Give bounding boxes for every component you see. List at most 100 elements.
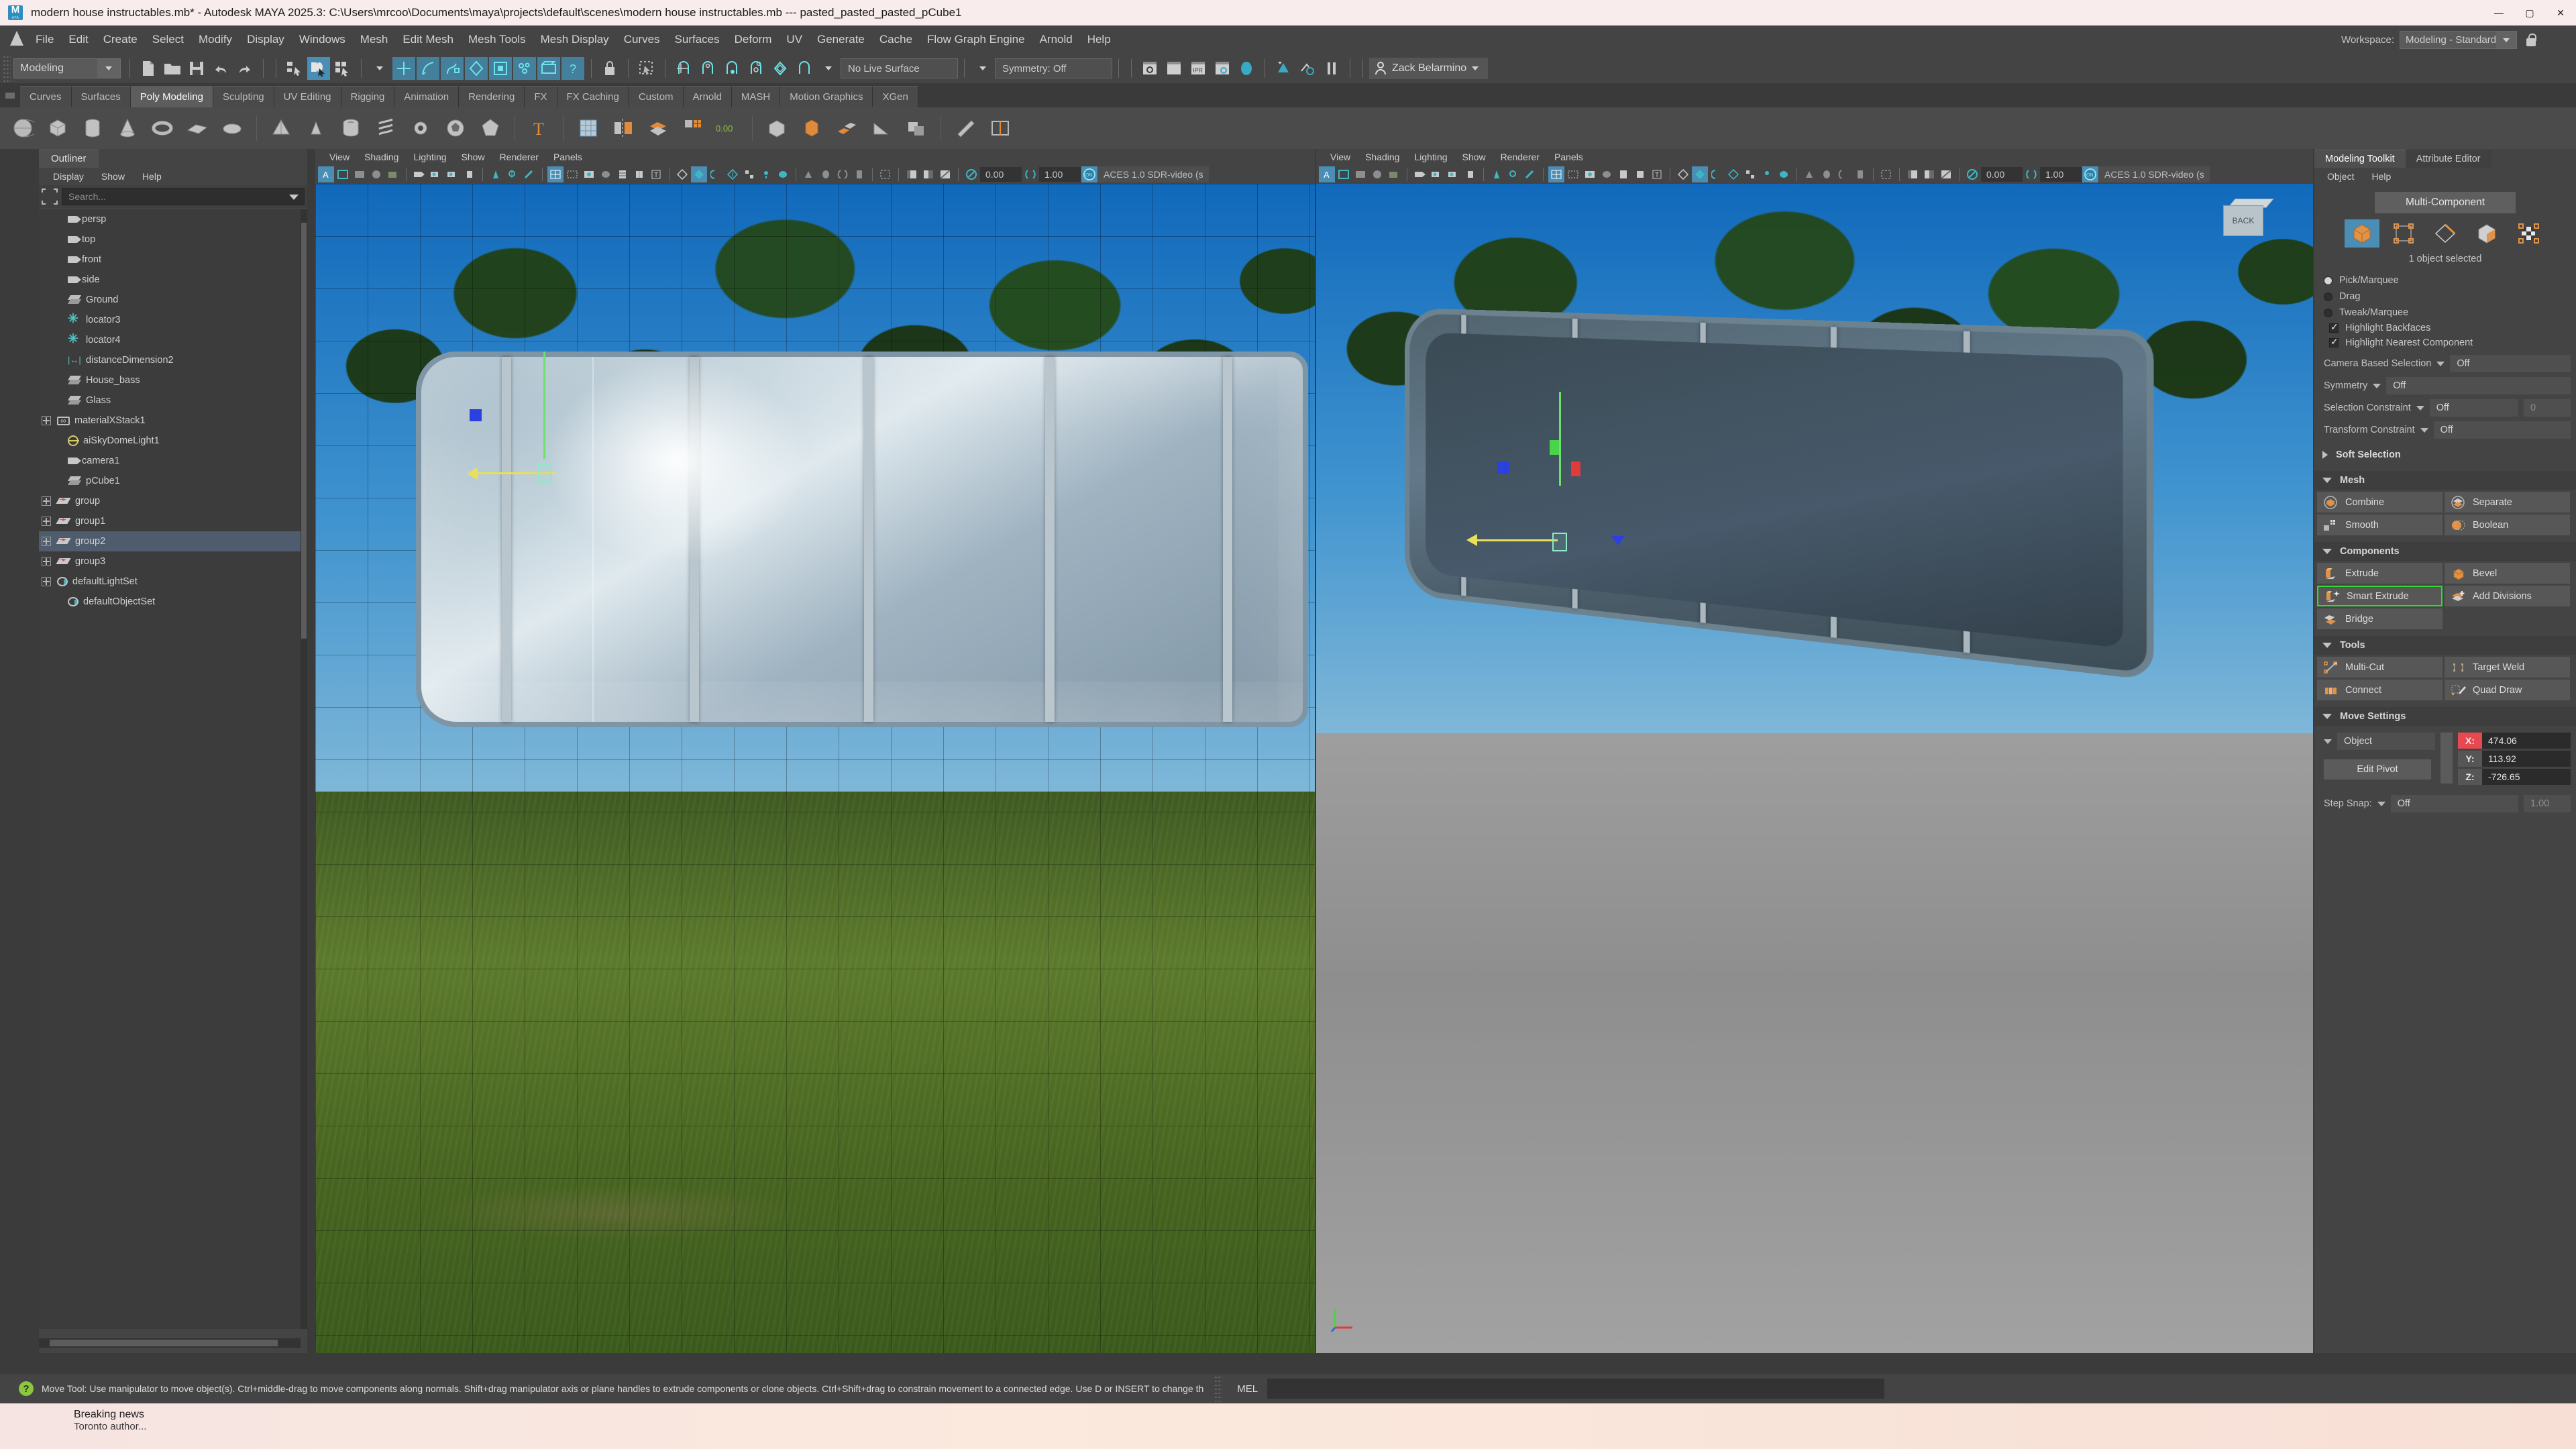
new-scene-icon[interactable]: [137, 57, 160, 80]
shelf-tab-fx[interactable]: FX: [525, 86, 557, 107]
snap-projected-icon[interactable]: [745, 57, 767, 80]
four-view-icon[interactable]: [1938, 166, 1954, 182]
section-header-tools[interactable]: Tools: [2314, 636, 2576, 655]
wireframe-icon[interactable]: [1548, 166, 1564, 182]
text-overlay-icon[interactable]: T: [1649, 166, 1665, 182]
z-value-field[interactable]: -726.65: [2482, 769, 2571, 785]
particles-filter-icon[interactable]: [513, 57, 536, 80]
button-bridge[interactable]: Bridge: [2317, 608, 2443, 629]
menu-curves[interactable]: Curves: [616, 25, 667, 54]
mtk-menu-help[interactable]: Help: [2363, 171, 2400, 182]
hypershade-icon[interactable]: [1235, 57, 1258, 80]
toolbar-grip[interactable]: [3, 55, 11, 82]
number-display-icon[interactable]: 0.00: [713, 113, 743, 143]
edit-pivot-button[interactable]: Edit Pivot: [2324, 759, 2431, 780]
live-surface-field[interactable]: No Live Surface: [841, 58, 958, 78]
soft-selection-section[interactable]: Soft Selection: [2314, 445, 2576, 464]
menu-mesh[interactable]: Mesh: [353, 25, 396, 54]
exposure-control-icon[interactable]: [963, 166, 979, 182]
outliner-item[interactable]: materialXStack1: [39, 411, 301, 431]
isolate-select-icon[interactable]: [1675, 166, 1691, 182]
outliner-item[interactable]: camera1: [39, 451, 301, 471]
select-component-icon[interactable]: [331, 57, 354, 80]
select-tool-icon[interactable]: A: [1319, 166, 1335, 182]
manipulator-z-arrow[interactable]: [1611, 536, 1625, 545]
button-combine[interactable]: Combine: [2317, 492, 2443, 513]
two-view-icon[interactable]: [1921, 166, 1937, 182]
select-hierarchy-icon[interactable]: [283, 57, 306, 80]
outliner-item[interactable]: top: [39, 229, 301, 250]
outliner-item[interactable]: side: [39, 270, 301, 290]
manipulator-y-handle[interactable]: [1550, 440, 1559, 455]
menu-mesh-tools[interactable]: Mesh Tools: [461, 25, 533, 54]
undo-icon[interactable]: [209, 57, 232, 80]
select-tool-icon[interactable]: A: [318, 166, 334, 182]
vpr-menu-panels[interactable]: Panels: [1547, 152, 1591, 162]
image-plane-icon[interactable]: [1462, 166, 1479, 182]
light-icon[interactable]: [758, 166, 774, 182]
snap-uv-icon[interactable]: [793, 57, 816, 80]
house-model-front-view[interactable]: [416, 350, 1308, 727]
bridge-shelf-icon[interactable]: [832, 113, 861, 143]
vertex-mode-icon[interactable]: [2386, 219, 2421, 248]
exposure-icon[interactable]: [724, 166, 741, 182]
two-sided-lighting-icon[interactable]: [488, 166, 504, 182]
grid-toggle-icon[interactable]: [1352, 166, 1368, 182]
fit-selection-icon[interactable]: [42, 189, 58, 205]
vpr-menu-lighting[interactable]: Lighting: [1407, 152, 1454, 162]
open-scene-icon[interactable]: [161, 57, 184, 80]
button-smooth[interactable]: Smooth: [2317, 515, 2443, 535]
poly-helix-icon[interactable]: [371, 113, 400, 143]
menu-file[interactable]: File: [28, 25, 61, 54]
snap-grid-icon[interactable]: [672, 57, 695, 80]
menu-modify[interactable]: Modify: [191, 25, 239, 54]
poly-sphere-icon[interactable]: [8, 113, 38, 143]
manipulator-x-arrow[interactable]: [467, 468, 478, 480]
dynamics-filter-icon[interactable]: [489, 57, 512, 80]
camera-settings-icon[interactable]: [428, 166, 444, 182]
poly-platonic-icon[interactable]: [476, 113, 505, 143]
snap-curve-icon[interactable]: [696, 57, 719, 80]
close-button[interactable]: ✕: [2545, 0, 2576, 25]
menu-arnold[interactable]: Arnold: [1032, 25, 1080, 54]
button-target-weld[interactable]: Target Weld: [2445, 657, 2570, 678]
manipulator-z-handle[interactable]: [470, 409, 482, 421]
shelf-tab-uv-editing[interactable]: UV Editing: [274, 86, 341, 107]
help-icon[interactable]: ?: [19, 1381, 34, 1396]
layers-icon[interactable]: [385, 166, 401, 182]
manipulator-x-axis[interactable]: [1477, 539, 1558, 541]
view-cube[interactable]: BACK: [2216, 197, 2274, 244]
chevron-down-icon[interactable]: [1472, 66, 1479, 70]
chevron-down-icon[interactable]: [2436, 361, 2445, 366]
outliner-search-input[interactable]: Search...: [62, 188, 305, 205]
vpl-menu-show[interactable]: Show: [454, 152, 492, 162]
outliner-menu-help[interactable]: Help: [133, 171, 170, 182]
command-input[interactable]: [1267, 1379, 1885, 1399]
save-scene-icon[interactable]: [185, 57, 208, 80]
texture-icon[interactable]: [614, 166, 631, 182]
axis-mode-strip[interactable]: [2440, 733, 2453, 784]
y-value-field[interactable]: 113.92: [2482, 751, 2571, 767]
outliner-item[interactable]: front: [39, 250, 301, 270]
viewport-panel-icon[interactable]: [1852, 166, 1868, 182]
poly-grid-icon[interactable]: [574, 113, 603, 143]
menu-deform[interactable]: Deform: [727, 25, 780, 54]
field-value[interactable]: Off: [2429, 399, 2518, 417]
two-sided-lighting-icon[interactable]: [1489, 166, 1505, 182]
menu-create[interactable]: Create: [96, 25, 145, 54]
button-extrude[interactable]: Extrude: [2317, 563, 2443, 584]
color-management-icon[interactable]: [1369, 166, 1385, 182]
outliner-tab[interactable]: Outliner: [39, 150, 99, 168]
outliner-item[interactable]: Ground: [39, 290, 301, 310]
field-value[interactable]: Off: [2433, 421, 2571, 439]
render-current-frame-icon[interactable]: [1138, 57, 1161, 80]
chevron-right-icon[interactable]: [2322, 451, 2328, 459]
camera-settings-icon[interactable]: [1429, 166, 1445, 182]
text-tool-icon[interactable]: T: [525, 113, 554, 143]
outliner-item[interactable]: group1: [39, 511, 301, 531]
chevron-down-icon[interactable]: [2322, 714, 2332, 719]
render-sequence-icon[interactable]: [1163, 57, 1185, 80]
shade-selected-icon[interactable]: [1582, 166, 1598, 182]
manipulator-center-handle[interactable]: [537, 464, 552, 483]
button-multi-cut[interactable]: Multi-Cut: [2317, 657, 2443, 678]
